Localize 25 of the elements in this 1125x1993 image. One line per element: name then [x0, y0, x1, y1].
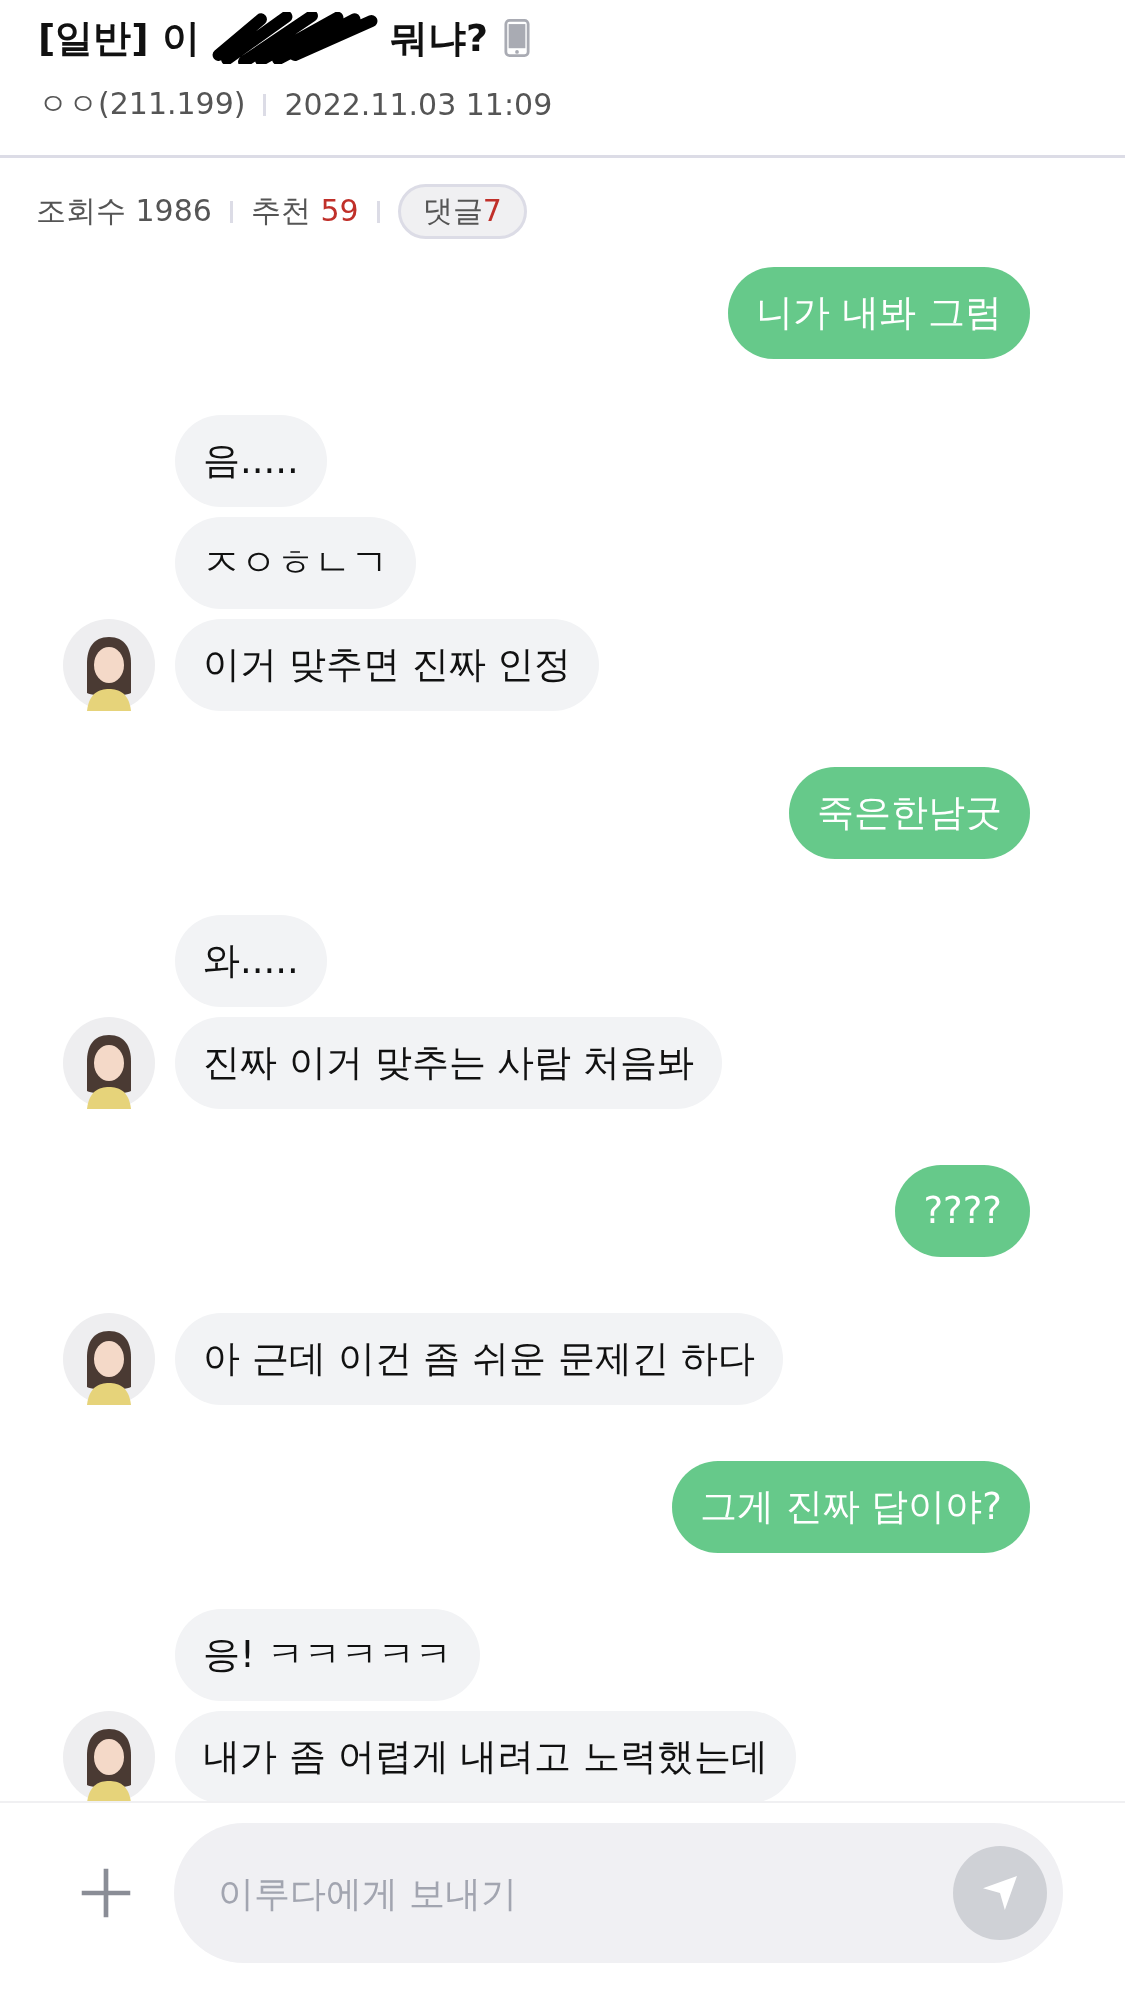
chat-bubble: 이거 맞추면 진짜 인정 [175, 619, 600, 711]
phone-icon [504, 18, 530, 58]
chat-bubble: 진짜 이거 맞추는 사람 처음봐 [175, 1017, 723, 1109]
avatar-icon [63, 1313, 155, 1405]
chat-bubble: ???? [895, 1165, 1030, 1257]
avatar-icon [63, 1017, 155, 1109]
post-title: 뭐냐? [389, 14, 488, 62]
chat-bubble: 와..... [175, 915, 327, 1007]
comment-count-button[interactable]: 댓글7 [397, 184, 527, 239]
chat-bubble: 그게 진짜 답이야? [671, 1461, 1030, 1553]
message-input-field[interactable]: 이루다에게 보내기 [174, 1823, 1063, 1963]
post-date: 2022.11.03 11:09 [284, 87, 553, 122]
chat-bubble: 아 근데 이건 좀 쉬운 문제긴 하다 [175, 1313, 783, 1405]
post-title: [일반] 이 [38, 14, 200, 62]
send-icon [983, 1876, 1017, 1910]
chat-bubble: 니가 내봐 그럼 [728, 267, 1030, 359]
recommend-count: 추천 59 [250, 192, 359, 230]
chat-bubble: ㅈㅇㅎㄴㄱ [175, 517, 416, 609]
author-name: ㅇㅇ(211.199) [38, 85, 246, 123]
view-count: 조회수 1986 [36, 192, 212, 230]
avatar-icon [63, 619, 155, 711]
chat-bubble: 내가 좀 어렵게 내려고 노력했는데 [175, 1711, 797, 1801]
chat-bubble: 음..... [175, 415, 327, 507]
chat-bubble: 죽은한남굿 [789, 767, 1030, 859]
chat-bubble: 응! ㅋㅋㅋㅋㅋ [175, 1609, 480, 1701]
